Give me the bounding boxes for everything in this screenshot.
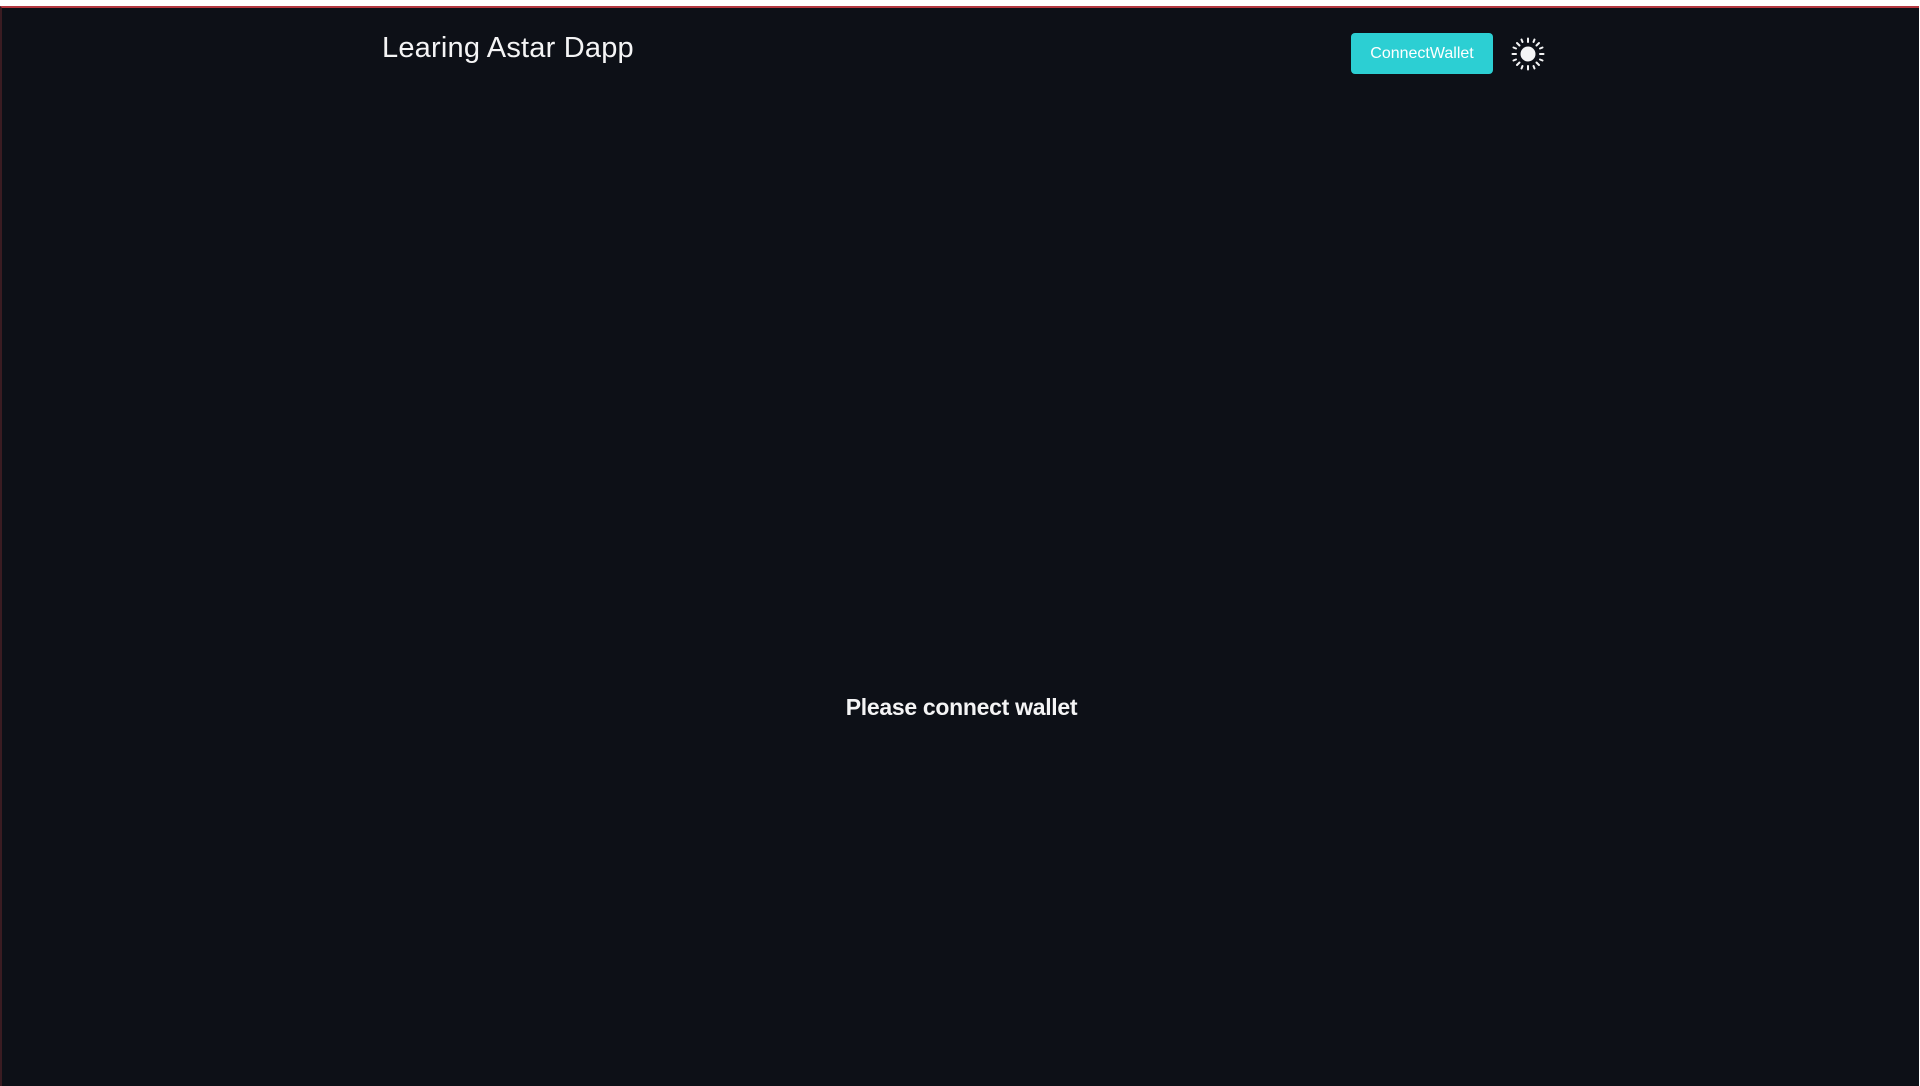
connect-wallet-button[interactable]: ConnectWallet (1351, 33, 1493, 74)
theme-toggle-button[interactable] (1510, 36, 1546, 72)
app-window: Learing Astar Dapp ConnectWallet Please … (0, 6, 1919, 1086)
header-bar: Learing Astar Dapp ConnectWallet (2, 8, 1919, 88)
main-content: Please connect wallet (2, 88, 1919, 1008)
connect-wallet-prompt: Please connect wallet (845, 694, 1078, 720)
sun-icon (1511, 37, 1545, 71)
app-title: Learing Astar Dapp (382, 32, 634, 64)
